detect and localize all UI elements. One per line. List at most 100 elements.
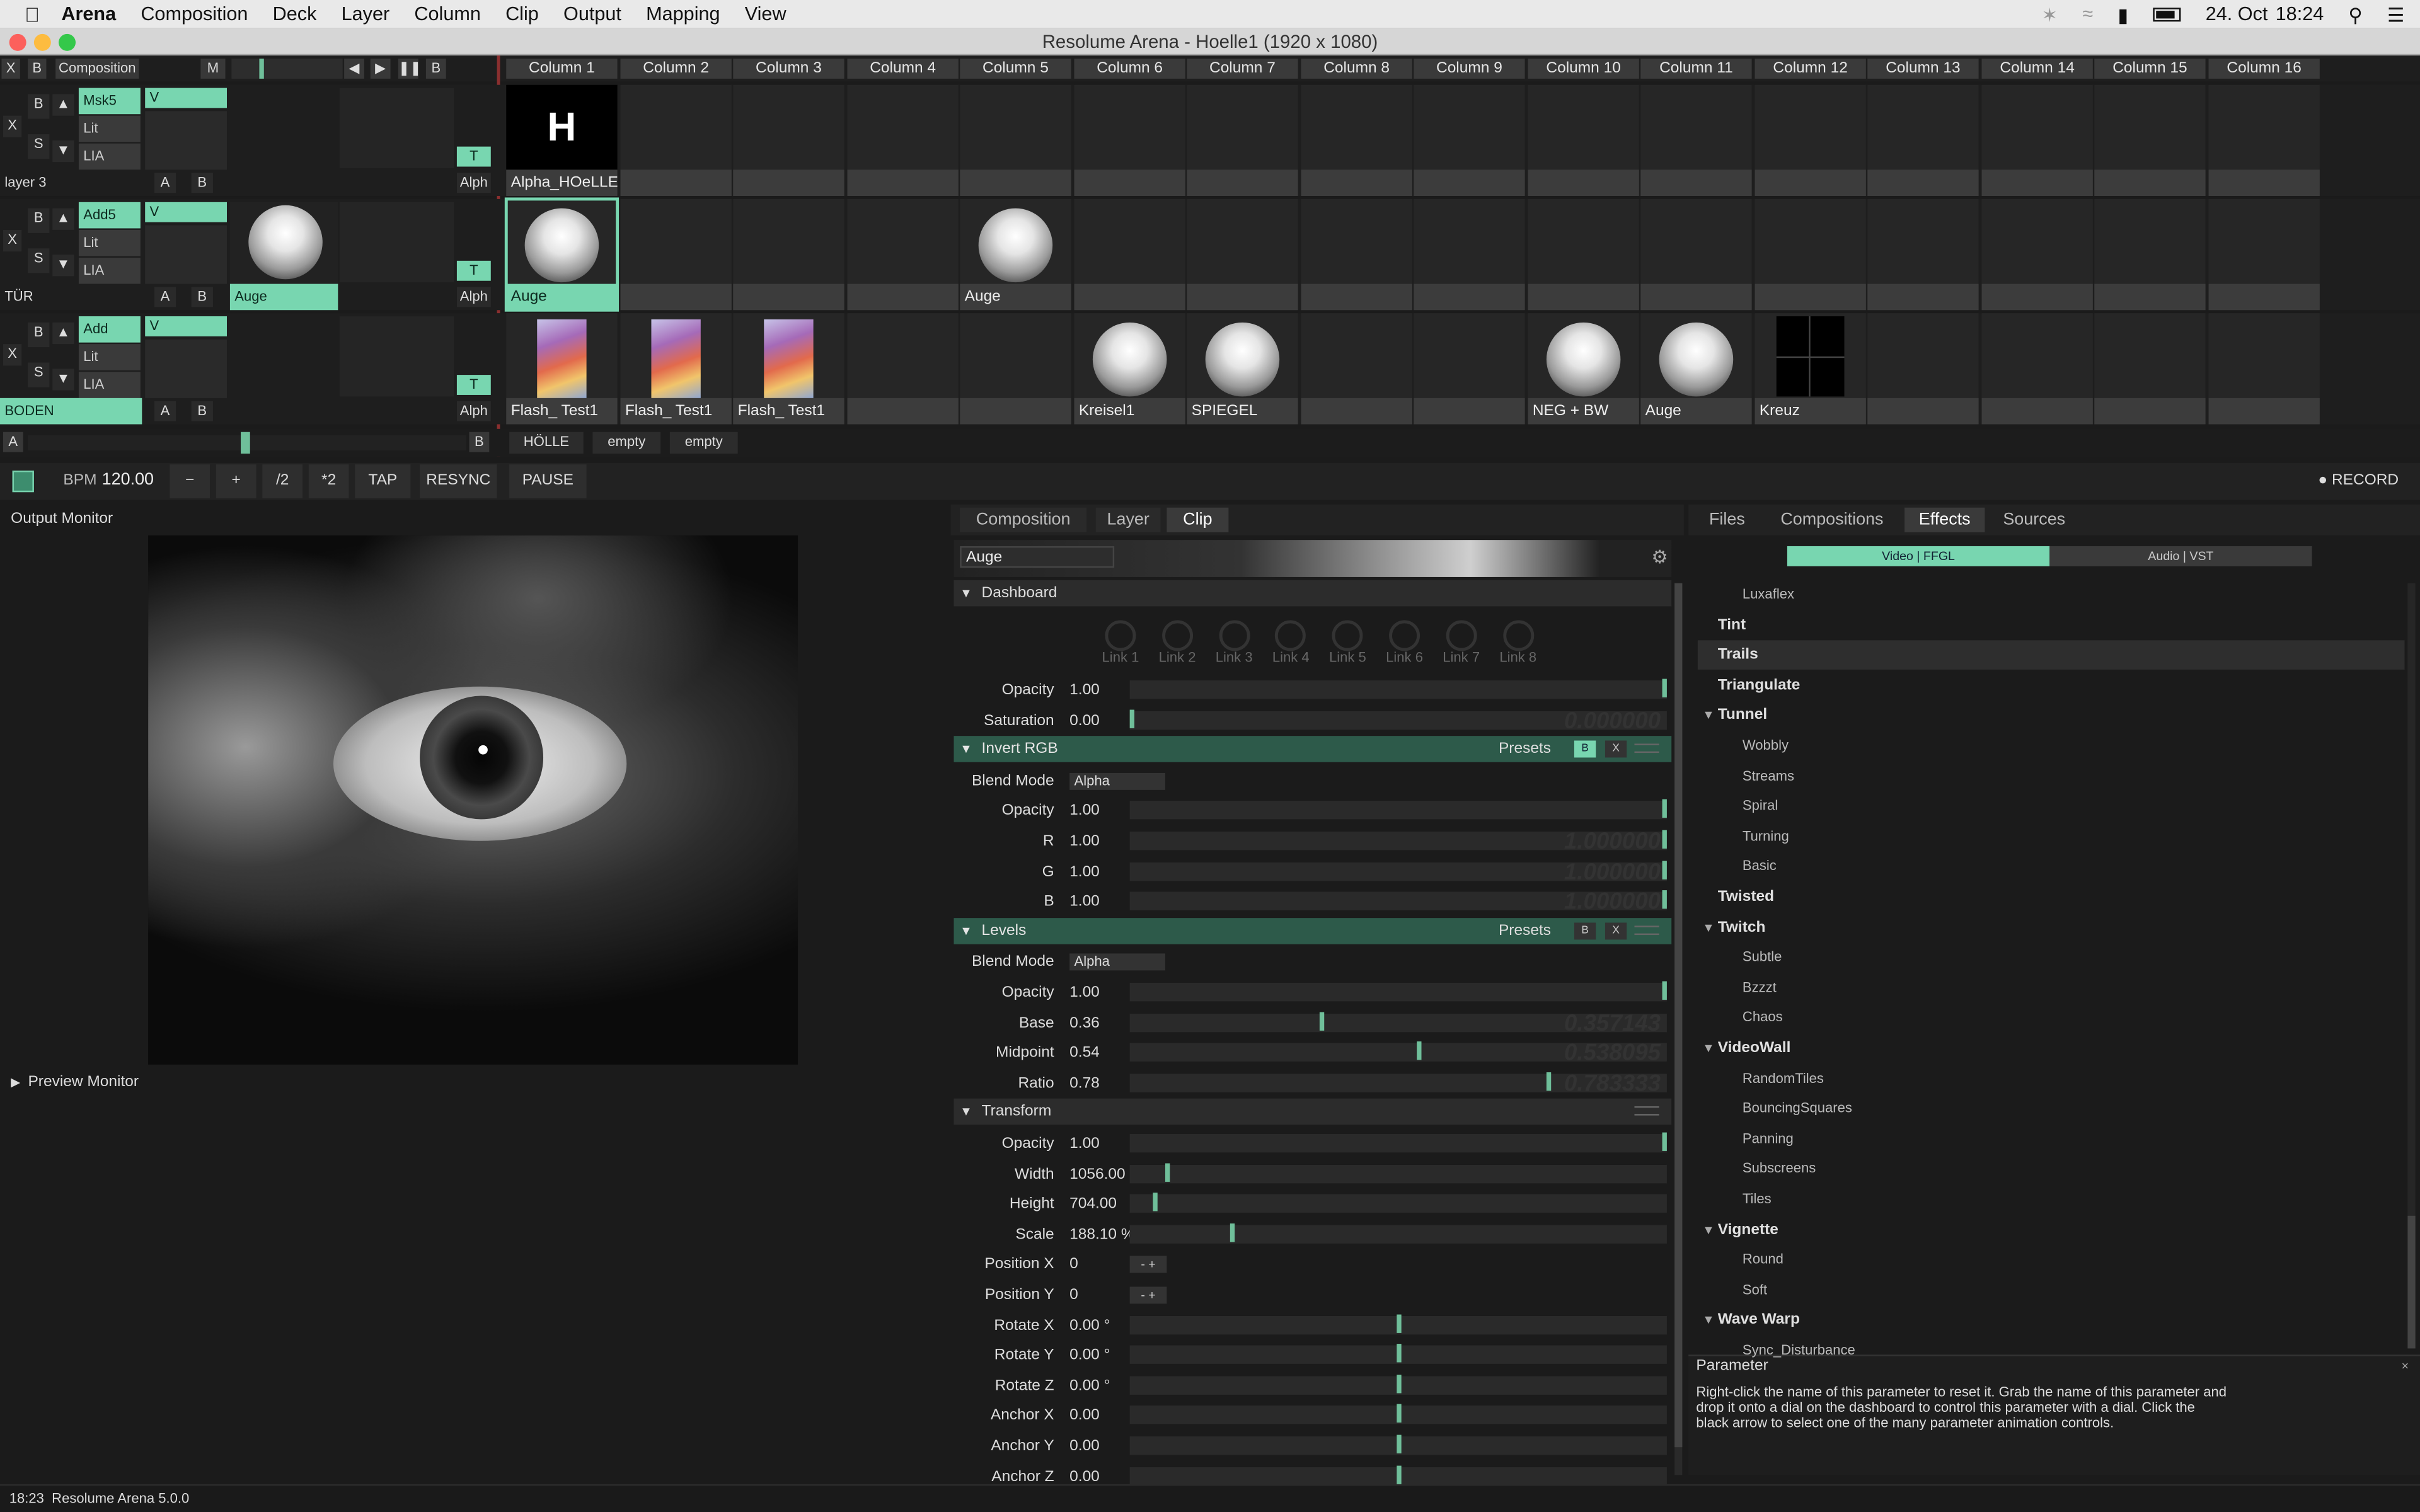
levels-bypass-button[interactable]: B xyxy=(1574,922,1596,939)
levels-midpoint-slider[interactable]: 0.538095 xyxy=(1129,1040,1667,1067)
layer-video-fader[interactable]: V xyxy=(145,88,227,108)
resync-button[interactable]: RESYNC xyxy=(420,464,497,499)
invert-rgb-opacity-value[interactable]: 1.00 xyxy=(1069,797,1100,827)
dashboard-dial-2[interactable] xyxy=(1161,620,1193,651)
invert-rgb-g-label[interactable]: G xyxy=(900,857,1054,887)
clip-slot-empty[interactable] xyxy=(2208,313,2320,425)
levels-base-label[interactable]: Base xyxy=(900,1009,1054,1038)
levels-midpoint-value[interactable]: 0.54 xyxy=(1069,1039,1100,1068)
transform-scale-handle[interactable] xyxy=(1230,1223,1235,1242)
comp-next-button[interactable]: ▶ xyxy=(370,59,391,79)
clip-slot-empty[interactable] xyxy=(847,84,959,197)
clip-slot-empty[interactable] xyxy=(1528,198,1639,311)
clip-cell[interactable]: Auge xyxy=(960,198,1071,311)
dashboard-dial-1[interactable] xyxy=(1105,620,1136,651)
invert-rgb-blend-select[interactable]: Alpha xyxy=(1069,772,1165,790)
levels-header[interactable]: ▼ Levels Presets B X xyxy=(954,917,1672,944)
transform-rotate-z[interactable]: Rotate Z 0.00 ° xyxy=(954,1372,1671,1401)
position-stepper[interactable]: - + xyxy=(1129,1256,1167,1274)
comp-b-button[interactable]: B xyxy=(425,59,446,79)
invert-rgb-r-label[interactable]: R xyxy=(900,827,1054,857)
opacity-param-label[interactable]: Opacity xyxy=(900,676,1054,706)
volume-icon[interactable]: ▮ xyxy=(2118,3,2128,25)
date-display[interactable]: 24. Oct xyxy=(2206,3,2268,25)
comp-prev-button[interactable]: ◀ xyxy=(344,59,364,79)
clip-slot-empty[interactable] xyxy=(620,84,732,197)
levels-presets[interactable]: Presets xyxy=(1499,918,1551,944)
layer-solo-button[interactable]: S xyxy=(28,134,50,159)
transform-rotate-y-slider[interactable] xyxy=(1129,1344,1667,1365)
transform-header[interactable]: ▼ Transform xyxy=(954,1099,1672,1126)
transform-height-value[interactable]: 704.00 xyxy=(1069,1190,1117,1220)
saturation-param-label[interactable]: Saturation xyxy=(900,706,1054,736)
transform-height-label[interactable]: Height xyxy=(900,1190,1054,1220)
tab-effects[interactable]: Effects xyxy=(1904,507,1985,532)
invert-rgb-g[interactable]: G 1.00 1.000000 xyxy=(954,857,1671,887)
clip-slot-empty[interactable] xyxy=(847,198,959,311)
menu-layer[interactable]: Layer xyxy=(342,3,390,25)
clip-cell[interactable]: SPIEGEL xyxy=(1187,313,1298,425)
clip-slot-empty[interactable] xyxy=(2094,198,2206,311)
dashboard-dial-8[interactable] xyxy=(1502,620,1534,651)
saturation-param-slider[interactable]: 0.000000 xyxy=(1129,707,1667,734)
zoom-window-button[interactable] xyxy=(59,33,76,51)
column-header-12[interactable]: Column 12 xyxy=(1754,59,1866,79)
invert-rgb-opacity[interactable]: Opacity 1.00 xyxy=(954,797,1671,827)
clip-slot-empty[interactable] xyxy=(2094,84,2206,197)
crossfader-a-button[interactable]: A xyxy=(3,432,23,452)
invert-rgb-g-value[interactable]: 1.00 xyxy=(1069,857,1100,887)
effect-item-bzzzt[interactable]: Bzzzt xyxy=(1698,973,2405,1003)
levels-blend-row[interactable]: Blend Mode Alpha xyxy=(954,948,1671,978)
tab-files[interactable]: Files xyxy=(1695,508,1760,532)
deck-tab-empty-1[interactable]: empty xyxy=(592,432,661,454)
invert-rgb-remove-button[interactable]: X xyxy=(1605,740,1627,758)
transform-rotate-z-value[interactable]: 0.00 ° xyxy=(1069,1372,1110,1401)
dashboard-dial-4[interactable] xyxy=(1275,620,1306,651)
clip-cell[interactable]: Auge xyxy=(504,197,619,312)
clip-slot-empty[interactable] xyxy=(1981,313,2093,425)
levels-midpoint-label[interactable]: Midpoint xyxy=(900,1039,1054,1068)
layer-lit-button[interactable]: Lit xyxy=(78,115,141,142)
battery-icon[interactable] xyxy=(2153,7,2181,21)
layer-down-icon[interactable]: ▼ xyxy=(52,369,74,391)
levels-ratio-handle[interactable] xyxy=(1546,1072,1552,1091)
levels-opacity-handle[interactable] xyxy=(1662,981,1667,1000)
layer-b-button[interactable]: B xyxy=(191,173,213,193)
transform-anchor-x-slider[interactable] xyxy=(1129,1404,1667,1425)
transform-width-slider[interactable] xyxy=(1129,1162,1667,1183)
clip-slot-empty[interactable] xyxy=(1754,198,1866,311)
invert-rgb-header[interactable]: ▼ Invert RGB Presets B X xyxy=(954,736,1672,763)
effect-item-chaos[interactable]: Chaos xyxy=(1698,1004,2405,1033)
clip-cell[interactable]: H Alpha_HOeLLE xyxy=(506,84,618,197)
effect-item-luxaflex[interactable]: Luxaflex xyxy=(1698,580,2405,610)
clip-slot-empty[interactable] xyxy=(733,198,844,311)
effect-item-spiral[interactable]: Spiral xyxy=(1698,792,2405,822)
transform-anchor-y-slider[interactable] xyxy=(1129,1435,1667,1455)
transform-height-handle[interactable] xyxy=(1153,1193,1158,1211)
invert-rgb-presets[interactable]: Presets xyxy=(1499,736,1551,763)
crossfader[interactable] xyxy=(28,432,466,454)
preview-monitor-toggle[interactable]: ▶ Preview Monitor xyxy=(11,1074,139,1091)
transform-opacity-value[interactable]: 1.00 xyxy=(1069,1130,1100,1159)
clip-slot-empty[interactable] xyxy=(960,84,1071,197)
effect-item-streams[interactable]: Streams xyxy=(1698,762,2405,791)
tab-layer[interactable]: Layer xyxy=(1095,507,1161,532)
bpm-minus-button[interactable]: − xyxy=(170,464,210,499)
transform-position-y[interactable]: Position Y0- + xyxy=(954,1281,1671,1310)
effect-item-tint[interactable]: Tint xyxy=(1698,610,2405,640)
clip-slot-empty[interactable] xyxy=(1414,84,1525,197)
composition-clear-button[interactable]: X xyxy=(1,59,20,79)
invert-rgb-blend-row[interactable]: Blend Mode Alpha xyxy=(954,767,1671,796)
clip-slot-empty[interactable] xyxy=(2094,313,2206,425)
record-button[interactable]: ● RECORD xyxy=(2318,472,2399,489)
layer-transport-box[interactable] xyxy=(339,202,454,283)
transform-rotate-z-handle[interactable] xyxy=(1397,1374,1402,1393)
clip-slot-empty[interactable] xyxy=(1981,84,2093,197)
clip-slot-empty[interactable] xyxy=(1981,198,2093,311)
tab-clip[interactable]: Clip xyxy=(1167,507,1229,532)
levels-opacity-value[interactable]: 1.00 xyxy=(1069,978,1100,1008)
clip-slot-empty[interactable] xyxy=(1528,84,1639,197)
clip-cell[interactable]: Flash_ Test1 xyxy=(733,313,844,425)
opacity-param-value[interactable]: 1.00 xyxy=(1069,676,1100,706)
layer-opacity-box[interactable] xyxy=(145,111,227,170)
